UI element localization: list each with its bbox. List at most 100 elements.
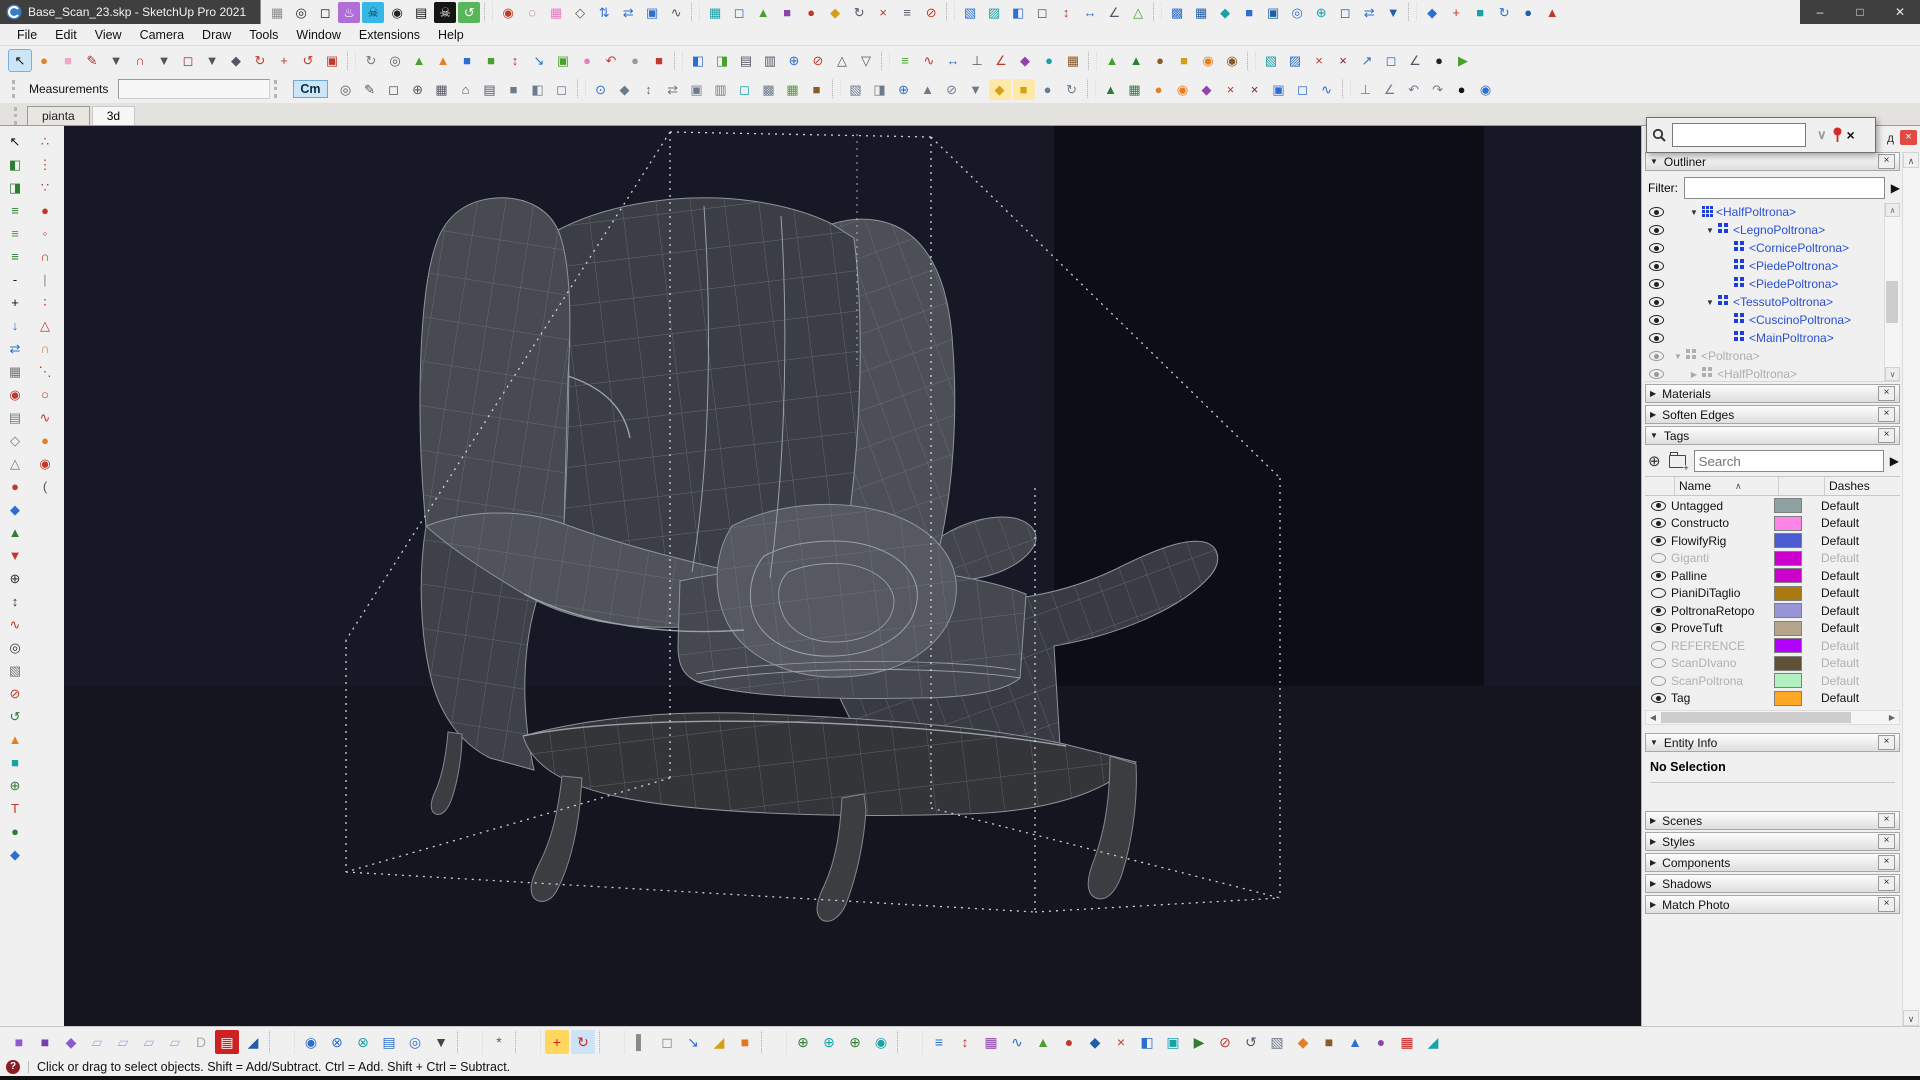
- tool-icon[interactable]: [832, 79, 841, 99]
- tags-horizontal-scrollbar[interactable]: ◀ ▶: [1645, 710, 1900, 725]
- tool-icon[interactable]: ▦: [1190, 2, 1212, 23]
- tool-icon[interactable]: ◻: [728, 2, 750, 23]
- tool-icon[interactable]: |: [33, 268, 57, 291]
- panel-header-tags[interactable]: ▼ Tags ×: [1645, 426, 1900, 445]
- toolbar-grip[interactable]: [14, 107, 23, 125]
- tool-icon[interactable]: ▱: [163, 1030, 187, 1054]
- tag-name[interactable]: Giganti: [1666, 551, 1770, 565]
- panel-header-collapsed[interactable]: ▶ Scenes ×: [1645, 811, 1900, 830]
- tool-icon[interactable]: ◌: [521, 2, 543, 23]
- tool-icon[interactable]: ◆: [3, 498, 27, 521]
- tool-icon[interactable]: ▦: [3, 360, 27, 383]
- tool-icon[interactable]: ⊗: [351, 1030, 375, 1054]
- tool-icon[interactable]: ✎: [359, 79, 381, 100]
- tool-icon[interactable]: ■: [3, 751, 27, 774]
- tool-icon[interactable]: ∠: [1404, 50, 1426, 71]
- tag-name[interactable]: ScanDIvano: [1666, 656, 1770, 670]
- tool-icon[interactable]: ⋱: [33, 360, 57, 383]
- outliner-row[interactable]: <CornicePoltrona>: [1645, 239, 1900, 257]
- tag-row[interactable]: PoltronaRetopo Default: [1645, 602, 1900, 620]
- tag-name[interactable]: PoltronaRetopo: [1666, 604, 1770, 618]
- tool-icon[interactable]: ∩: [33, 245, 57, 268]
- tool-icon[interactable]: ▦: [431, 79, 453, 100]
- menu-item[interactable]: Tools: [240, 24, 287, 46]
- collapse-arrow-icon[interactable]: ▶: [1650, 410, 1656, 419]
- tool-icon[interactable]: ▲: [1100, 79, 1122, 100]
- tool-icon[interactable]: ∿: [1316, 79, 1338, 100]
- visibility-eye-icon[interactable]: [1651, 588, 1666, 598]
- visibility-eye-icon[interactable]: [1651, 518, 1666, 528]
- tag-name[interactable]: ProveTuft: [1666, 621, 1770, 635]
- tool-icon[interactable]: ◻: [177, 50, 199, 71]
- tool-icon[interactable]: ☠: [362, 2, 384, 23]
- tool-icon[interactable]: ◆: [59, 1030, 83, 1054]
- tag-name[interactable]: ScanPoltrona: [1666, 674, 1770, 688]
- tool-icon[interactable]: ◻: [383, 79, 405, 100]
- header-dashes-column[interactable]: Dashes: [1825, 477, 1900, 495]
- tool-icon[interactable]: ↻: [360, 50, 382, 71]
- tool-icon[interactable]: [269, 1030, 295, 1054]
- tool-icon[interactable]: ◧: [1135, 1030, 1159, 1054]
- panel-close-icon[interactable]: ×: [1878, 735, 1895, 750]
- panel-close-icon[interactable]: ×: [1878, 834, 1895, 849]
- tool-icon[interactable]: ◉: [1221, 50, 1243, 71]
- tool-icon[interactable]: ◨: [711, 50, 733, 71]
- tool-icon[interactable]: ◉: [299, 1030, 323, 1054]
- tool-icon[interactable]: [761, 1030, 787, 1054]
- tag-dashes[interactable]: Default: [1816, 551, 1900, 565]
- tool-icon[interactable]: ▣: [641, 2, 663, 23]
- tool-icon[interactable]: ■: [33, 1030, 57, 1054]
- tool-icon[interactable]: ◉: [1172, 79, 1194, 100]
- header-color-column[interactable]: [1779, 477, 1825, 495]
- tool-icon[interactable]: ▤: [410, 2, 432, 23]
- panel-header-collapsed[interactable]: ▶ Styles ×: [1645, 832, 1900, 851]
- outliner-row[interactable]: ▼ <LegnoPoltrona>: [1645, 221, 1900, 239]
- tool-icon[interactable]: ↔: [1079, 2, 1101, 23]
- tag-dashes[interactable]: Default: [1816, 639, 1900, 653]
- help-status-icon[interactable]: ?: [6, 1060, 20, 1074]
- tool-icon[interactable]: [515, 1030, 541, 1054]
- tool-icon[interactable]: ↻: [848, 2, 870, 23]
- tool-icon[interactable]: ▥: [759, 50, 781, 71]
- tag-color-swatch[interactable]: [1774, 498, 1802, 513]
- tool-icon[interactable]: ▣: [321, 50, 343, 71]
- tag-row[interactable]: PianiDiTaglio Default: [1645, 585, 1900, 603]
- tool-icon[interactable]: ∩: [129, 50, 151, 71]
- tool-icon[interactable]: ∴: [33, 130, 57, 153]
- collapse-arrow-icon[interactable]: ▼: [1650, 157, 1658, 166]
- visibility-eye-icon[interactable]: [1651, 501, 1666, 511]
- maximize-button[interactable]: □: [1840, 0, 1880, 24]
- tool-icon[interactable]: ⇅: [593, 2, 615, 23]
- outliner-row[interactable]: ▼ <Poltrona>: [1645, 347, 1900, 365]
- scroll-up-icon[interactable]: ∧: [1903, 152, 1919, 168]
- tool-icon[interactable]: [1342, 79, 1351, 99]
- tool-icon[interactable]: ◧: [1007, 2, 1029, 23]
- menu-item[interactable]: Extensions: [350, 24, 429, 46]
- outliner-item-label[interactable]: <MainPoltrona>: [1749, 331, 1834, 345]
- tool-icon[interactable]: ↺: [3, 705, 27, 728]
- tool-icon[interactable]: ◻: [1380, 50, 1402, 71]
- tool-icon[interactable]: ◇: [3, 429, 27, 452]
- tool-icon[interactable]: ∶: [33, 291, 57, 314]
- tool-icon[interactable]: ▼: [3, 544, 27, 567]
- scrollbar-thumb[interactable]: [1886, 281, 1898, 323]
- tool-icon[interactable]: ∠: [1379, 79, 1401, 100]
- panel-close-icon[interactable]: ×: [1878, 813, 1895, 828]
- tool-icon[interactable]: ↻: [571, 1030, 595, 1054]
- pin-icon[interactable]: [1832, 127, 1843, 143]
- tool-icon[interactable]: ↓: [3, 314, 27, 337]
- tool-icon[interactable]: ⊕: [893, 79, 915, 100]
- menu-item[interactable]: Camera: [131, 24, 193, 46]
- tool-icon[interactable]: ≡: [894, 50, 916, 71]
- tool-icon[interactable]: ↶: [600, 50, 622, 71]
- tool-icon[interactable]: ↕: [1055, 2, 1077, 23]
- visibility-eye-icon[interactable]: [1649, 225, 1664, 235]
- tool-icon[interactable]: ▲: [917, 79, 939, 100]
- tool-icon[interactable]: ⊘: [1213, 1030, 1237, 1054]
- tool-icon[interactable]: ■: [1317, 1030, 1341, 1054]
- tray-scrollbar[interactable]: ∧ ∨: [1902, 152, 1920, 1026]
- tool-icon[interactable]: ◉: [386, 2, 408, 23]
- tool-icon[interactable]: ◎: [384, 50, 406, 71]
- tag-row[interactable]: FlowifyRig Default: [1645, 532, 1900, 550]
- collapse-arrow-icon[interactable]: ▶: [1650, 879, 1656, 888]
